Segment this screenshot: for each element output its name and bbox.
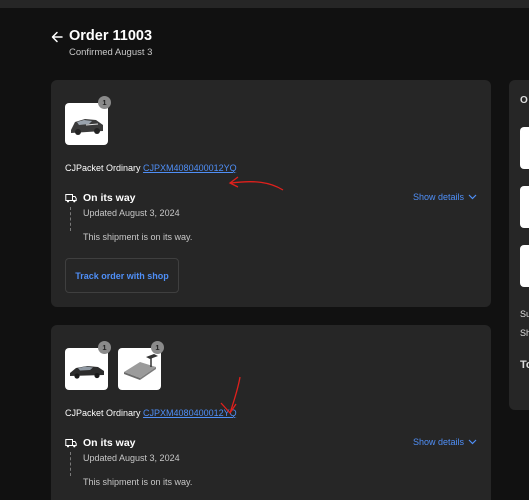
display-stand-thumbnail [124,354,158,380]
shipment-card-2: 1 1 CJPacket Ordinary CJPXM4080400012YQ … [51,325,491,500]
status-title: On its way [83,437,136,449]
shipment-status: On its way Show details Updated August 3… [65,437,477,497]
top-bar [0,0,529,8]
summary-item-thumbnail [520,186,529,228]
timeline-line [70,452,71,476]
carrier-name: CJPacket Ordinary [65,163,141,173]
truck-icon [65,439,77,448]
truck-icon [65,194,77,203]
show-details-label: Show details [412,192,464,202]
updated-text: Updated August 3, 2024 [83,208,180,218]
carrier-line: CJPacket Ordinary CJPXM4080400012YQ [65,163,237,173]
status-message: This shipment is on its way. [83,232,193,242]
page-title: Order 11003 [69,28,153,44]
timeline-line [70,207,71,231]
quantity-badge: 1 [98,96,111,109]
chevron-down-icon [468,194,477,200]
order-summary-panel: O Su Sh To [509,80,529,410]
back-arrow-icon[interactable] [51,30,63,44]
page-subtitle: Confirmed August 3 [69,47,153,58]
show-details-button[interactable]: Show details [413,437,477,447]
show-details-button[interactable]: Show details [413,192,477,202]
quantity-badge: 1 [151,341,164,354]
summary-item-thumbnail [520,127,529,169]
product-thumbnail-car [65,348,108,390]
status-message: This shipment is on its way. [83,477,193,487]
summary-item-thumbnail [520,245,529,287]
product-thumbnail-car [65,103,108,145]
shipment-status: On its way Show details Updated August 3… [65,192,477,252]
shipment-card-1: 1 CJPacket Ordinary CJPXM4080400012YQ On… [51,80,491,307]
car-thumbnail [71,119,103,135]
updated-text: Updated August 3, 2024 [83,453,180,463]
track-order-button[interactable]: Track order with shop [65,258,179,293]
tracking-number-link[interactable]: CJPXM4080400012YQ [143,163,237,173]
show-details-label: Show details [412,437,464,447]
carrier-name: CJPacket Ordinary [65,408,141,418]
car-thumbnail [70,366,104,379]
subtotal-label: Su [520,309,529,319]
total-label: To [520,359,529,371]
tracking-number-link[interactable]: CJPXM4080400012YQ [143,408,237,418]
quantity-badge: 1 [98,341,111,354]
product-thumbnail-stand [118,348,161,390]
summary-heading: O [520,95,528,106]
carrier-line: CJPacket Ordinary CJPXM4080400012YQ [65,408,237,418]
chevron-down-icon [468,439,477,445]
shipping-label: Sh [520,328,529,338]
status-title: On its way [83,192,136,204]
